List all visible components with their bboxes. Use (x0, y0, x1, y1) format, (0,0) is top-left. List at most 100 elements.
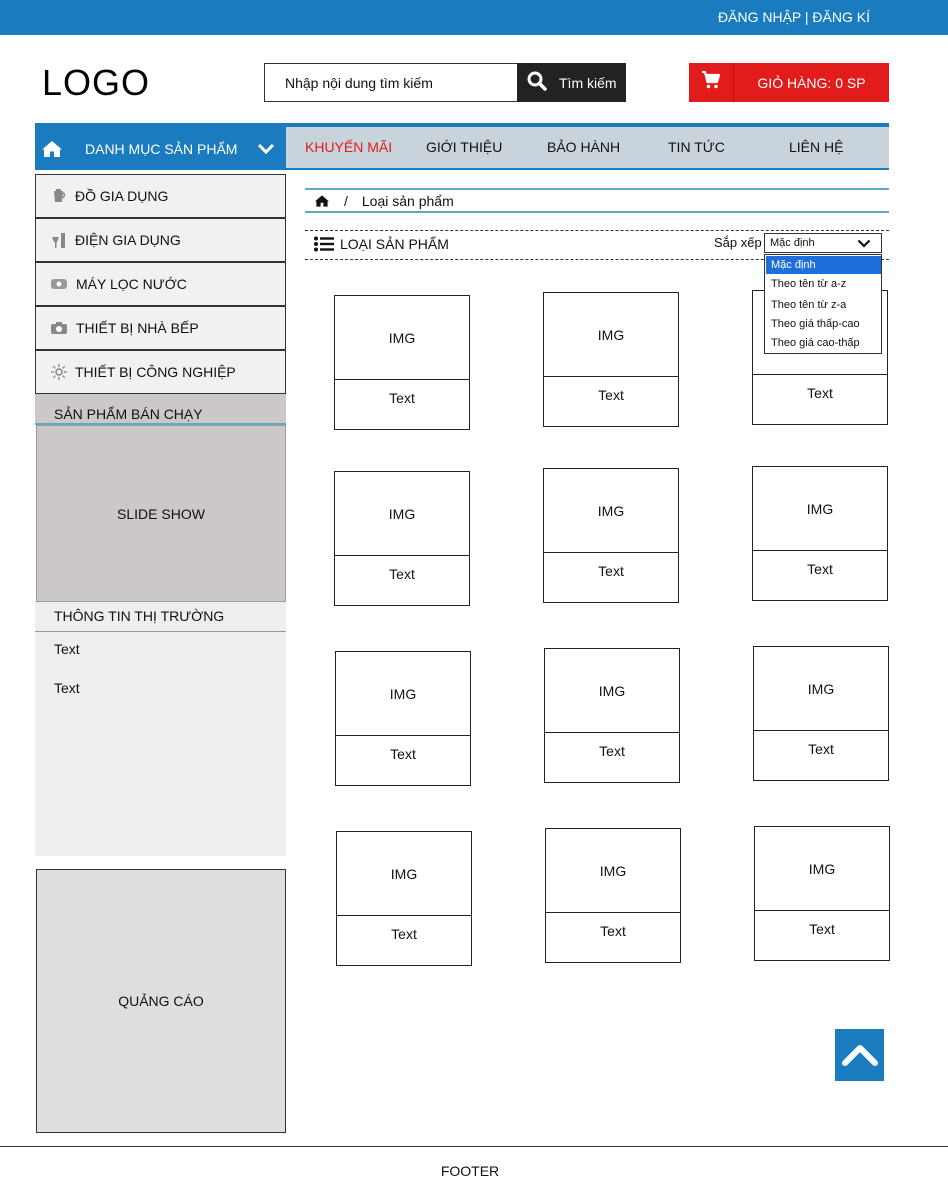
product-image: IMG (753, 467, 887, 551)
product-card[interactable]: IMG Text (334, 295, 470, 430)
sort-label: Sắp xếp (714, 235, 762, 250)
sidebar-item-label: ĐIỆN GIA DỤNG (75, 232, 181, 248)
product-text: Text (389, 390, 415, 406)
sidebar-item-housewares[interactable]: ĐỒ GIA DỤNG (35, 174, 286, 218)
market-info-heading: THÔNG TIN THỊ TRƯỜNG (35, 602, 286, 632)
nav-item-warranty[interactable]: BẢO HÀNH (547, 139, 620, 155)
product-image: IMG (335, 472, 469, 556)
appliance-icon (49, 230, 69, 250)
sun-icon (49, 362, 69, 382)
auth-separator: | (804, 9, 809, 25)
product-type-label: LOẠI SẢN PHẨM (340, 236, 449, 252)
category-menu-toggle[interactable]: DANH MỤC SẢN PHẨM (35, 127, 286, 170)
sidebar-item-label: MÁY LỌC NƯỚC (76, 276, 187, 292)
cart-icon-button[interactable] (689, 63, 734, 102)
sidebar-item-label: THIẾT BỊ CÔNG NGHIỆP (75, 364, 236, 380)
bestseller-slideshow[interactable]: SLIDE SHOW (36, 425, 286, 602)
chevron-down-icon (857, 239, 871, 251)
product-card[interactable]: IMG Text (336, 831, 472, 966)
water-filter-icon (49, 274, 69, 294)
home-icon[interactable] (314, 194, 330, 208)
sidebar-item-industrial-equipment[interactable]: THIẾT BỊ CÔNG NGHIỆP (35, 350, 286, 394)
product-image: IMG (546, 829, 680, 913)
sidebar-item-kitchen-equipment[interactable]: THIẾT BỊ NHÀ BẾP (35, 306, 286, 350)
product-text: Text (808, 741, 834, 757)
product-text: Text (809, 921, 835, 937)
product-card[interactable]: IMG Text (544, 648, 680, 783)
category-menu-label: DANH MỤC SẢN PHẨM (85, 140, 238, 157)
kettle-icon (49, 186, 69, 206)
nav-item-about[interactable]: GIỚI THIỆU (426, 139, 502, 155)
product-type-heading: LOẠI SẢN PHẨM (314, 236, 449, 252)
product-image: IMG (544, 469, 678, 553)
breadcrumb-border (305, 188, 889, 190)
product-card[interactable]: IMG Text (753, 646, 889, 781)
product-text: Text (598, 387, 624, 403)
footer-divider (0, 1146, 948, 1147)
search-box (264, 63, 518, 102)
product-card[interactable]: IMG Text (335, 651, 471, 786)
register-link[interactable]: ĐĂNG KÍ (812, 9, 870, 25)
sort-select[interactable]: Mặc định (764, 233, 882, 253)
sidebar-item-label: THIẾT BỊ NHÀ BẾP (76, 320, 199, 336)
product-image: IMG (755, 827, 889, 911)
product-image: IMG (337, 832, 471, 916)
market-info-item[interactable]: Text (54, 641, 80, 657)
chevron-up-icon (841, 1043, 879, 1067)
sort-option-default[interactable]: Mặc định (766, 256, 881, 274)
sort-option-name-desc[interactable]: Theo tên từ z-a (766, 296, 881, 314)
product-image: IMG (335, 296, 469, 380)
breadcrumb-border (305, 211, 889, 213)
product-card[interactable]: IMG Text (543, 292, 679, 427)
sort-select-value: Mặc định (770, 237, 815, 249)
cart-icon (701, 70, 721, 95)
main-nav: KHUYẾN MÃI GIỚI THIỆU BẢO HÀNH TIN TỨC L… (286, 127, 889, 168)
footer: FOOTER (440, 1163, 500, 1179)
advertisement-banner[interactable]: QUẢNG CÁO (36, 869, 286, 1133)
product-text: Text (600, 923, 626, 939)
market-info-panel: Text Text (35, 632, 286, 856)
search-button[interactable]: Tìm kiếm (517, 63, 626, 102)
advertisement-label: QUẢNG CÁO (118, 993, 204, 1009)
list-icon (314, 236, 334, 252)
product-text: Text (389, 566, 415, 582)
product-card[interactable]: IMG Text (545, 828, 681, 963)
product-card[interactable]: IMG Text (543, 468, 679, 603)
sidebar-item-water-purifiers[interactable]: MÁY LỌC NƯỚC (35, 262, 286, 306)
product-card[interactable]: IMG Text (334, 471, 470, 606)
sidebar-item-label: ĐỒ GIA DỤNG (75, 188, 169, 204)
breadcrumb: / Loại sản phẩm (314, 192, 454, 209)
product-image: IMG (754, 647, 888, 731)
product-image: IMG (544, 293, 678, 377)
product-text: Text (598, 563, 624, 579)
nav-stripe-bottom (286, 168, 889, 170)
market-info-item[interactable]: Text (54, 680, 80, 696)
login-link[interactable]: ĐĂNG NHẬP (718, 9, 801, 25)
back-to-top-button[interactable] (835, 1029, 884, 1081)
search-icon (527, 71, 547, 94)
nav-item-contact[interactable]: LIÊN HỆ (789, 139, 843, 155)
nav-item-news[interactable]: TIN TỨC (668, 139, 725, 155)
bestseller-heading: SẢN PHẨM BÁN CHẠY (35, 394, 286, 425)
product-card[interactable]: IMG Text (754, 826, 890, 961)
sort-option-name-asc[interactable]: Theo tên từ a-z (766, 275, 881, 293)
cart-label: GIỎ HÀNG: 0 SP (757, 74, 866, 91)
product-text: Text (807, 561, 833, 577)
search-input[interactable] (265, 64, 518, 101)
sidebar-item-home-appliances[interactable]: ĐIỆN GIA DỤNG (35, 218, 286, 262)
cart-button[interactable]: GIỎ HÀNG: 0 SP (734, 63, 889, 102)
nav-item-promotions[interactable]: KHUYẾN MÃI (305, 139, 392, 155)
product-card[interactable]: IMG Text (752, 466, 888, 601)
breadcrumb-separator: / (344, 192, 348, 209)
sort-option-price-desc[interactable]: Theo giá cao-thấp (766, 334, 881, 352)
chevron-down-icon (257, 143, 275, 155)
product-text: Text (391, 926, 417, 942)
home-icon[interactable] (41, 139, 63, 159)
sort-option-price-asc[interactable]: Theo giá thấp-cao (766, 315, 881, 333)
product-image: IMG (336, 652, 470, 736)
camera-icon (49, 318, 69, 338)
site-logo[interactable]: LOGO (42, 62, 150, 104)
product-text: Text (390, 746, 416, 762)
product-text: Text (599, 743, 625, 759)
toolbar-border (305, 230, 889, 231)
